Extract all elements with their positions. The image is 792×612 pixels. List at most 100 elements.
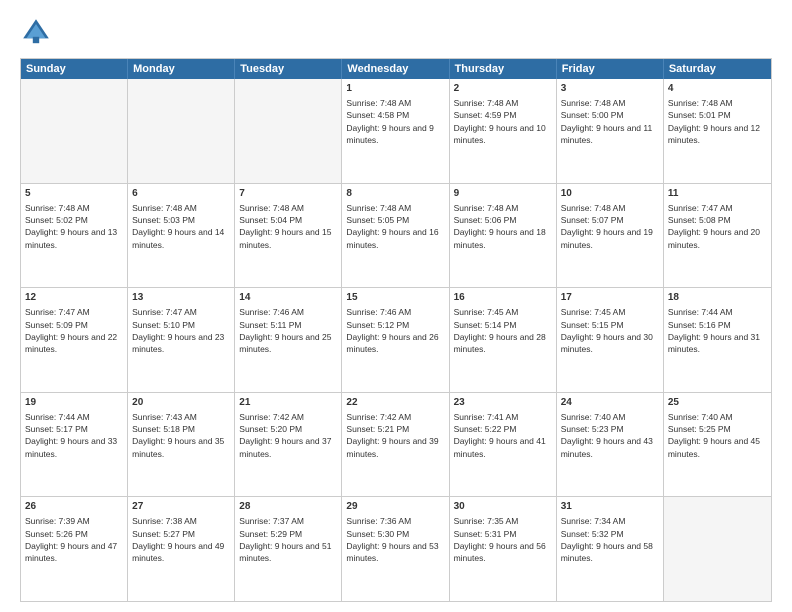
day-number: 31: [561, 500, 659, 514]
cell-info: Sunrise: 7:47 AMSunset: 5:10 PMDaylight:…: [132, 306, 230, 355]
calendar-cell-0-4: 2Sunrise: 7:48 AMSunset: 4:59 PMDaylight…: [450, 79, 557, 183]
cell-info: Sunrise: 7:40 AMSunset: 5:25 PMDaylight:…: [668, 411, 767, 460]
cell-info: Sunrise: 7:48 AMSunset: 4:58 PMDaylight:…: [346, 97, 444, 146]
day-number: 11: [668, 187, 767, 201]
cell-info: Sunrise: 7:47 AMSunset: 5:09 PMDaylight:…: [25, 306, 123, 355]
cell-info: Sunrise: 7:48 AMSunset: 5:07 PMDaylight:…: [561, 202, 659, 251]
cell-info: Sunrise: 7:48 AMSunset: 4:59 PMDaylight:…: [454, 97, 552, 146]
day-number: 6: [132, 187, 230, 201]
day-number: 29: [346, 500, 444, 514]
cell-info: Sunrise: 7:48 AMSunset: 5:02 PMDaylight:…: [25, 202, 123, 251]
day-number: 16: [454, 291, 552, 305]
calendar-row-1: 5Sunrise: 7:48 AMSunset: 5:02 PMDaylight…: [21, 184, 771, 289]
day-number: 14: [239, 291, 337, 305]
day-number: 17: [561, 291, 659, 305]
day-number: 13: [132, 291, 230, 305]
calendar-cell-1-1: 6Sunrise: 7:48 AMSunset: 5:03 PMDaylight…: [128, 184, 235, 288]
day-number: 22: [346, 396, 444, 410]
calendar-cell-1-6: 11Sunrise: 7:47 AMSunset: 5:08 PMDayligh…: [664, 184, 771, 288]
calendar-cell-4-5: 31Sunrise: 7:34 AMSunset: 5:32 PMDayligh…: [557, 497, 664, 601]
day-number: 26: [25, 500, 123, 514]
cell-info: Sunrise: 7:35 AMSunset: 5:31 PMDaylight:…: [454, 515, 552, 564]
header-day-friday: Friday: [557, 59, 664, 79]
header-day-saturday: Saturday: [664, 59, 771, 79]
calendar-cell-2-6: 18Sunrise: 7:44 AMSunset: 5:16 PMDayligh…: [664, 288, 771, 392]
cell-info: Sunrise: 7:45 AMSunset: 5:15 PMDaylight:…: [561, 306, 659, 355]
cell-info: Sunrise: 7:39 AMSunset: 5:26 PMDaylight:…: [25, 515, 123, 564]
calendar-cell-2-0: 12Sunrise: 7:47 AMSunset: 5:09 PMDayligh…: [21, 288, 128, 392]
calendar-cell-3-3: 22Sunrise: 7:42 AMSunset: 5:21 PMDayligh…: [342, 393, 449, 497]
day-number: 15: [346, 291, 444, 305]
cell-info: Sunrise: 7:48 AMSunset: 5:05 PMDaylight:…: [346, 202, 444, 251]
calendar-cell-3-4: 23Sunrise: 7:41 AMSunset: 5:22 PMDayligh…: [450, 393, 557, 497]
calendar-cell-3-6: 25Sunrise: 7:40 AMSunset: 5:25 PMDayligh…: [664, 393, 771, 497]
calendar-row-3: 19Sunrise: 7:44 AMSunset: 5:17 PMDayligh…: [21, 393, 771, 498]
logo: [20, 16, 58, 48]
calendar-cell-4-1: 27Sunrise: 7:38 AMSunset: 5:27 PMDayligh…: [128, 497, 235, 601]
day-number: 12: [25, 291, 123, 305]
calendar-cell-0-2: [235, 79, 342, 183]
header-day-wednesday: Wednesday: [342, 59, 449, 79]
calendar-body: 1Sunrise: 7:48 AMSunset: 4:58 PMDaylight…: [21, 79, 771, 601]
day-number: 7: [239, 187, 337, 201]
header: [20, 16, 772, 48]
calendar-cell-0-0: [21, 79, 128, 183]
calendar-cell-4-3: 29Sunrise: 7:36 AMSunset: 5:30 PMDayligh…: [342, 497, 449, 601]
day-number: 21: [239, 396, 337, 410]
calendar-cell-2-3: 15Sunrise: 7:46 AMSunset: 5:12 PMDayligh…: [342, 288, 449, 392]
day-number: 20: [132, 396, 230, 410]
header-day-monday: Monday: [128, 59, 235, 79]
calendar-cell-1-5: 10Sunrise: 7:48 AMSunset: 5:07 PMDayligh…: [557, 184, 664, 288]
cell-info: Sunrise: 7:47 AMSunset: 5:08 PMDaylight:…: [668, 202, 767, 251]
calendar-cell-4-2: 28Sunrise: 7:37 AMSunset: 5:29 PMDayligh…: [235, 497, 342, 601]
cell-info: Sunrise: 7:46 AMSunset: 5:11 PMDaylight:…: [239, 306, 337, 355]
calendar-row-2: 12Sunrise: 7:47 AMSunset: 5:09 PMDayligh…: [21, 288, 771, 393]
calendar-cell-3-1: 20Sunrise: 7:43 AMSunset: 5:18 PMDayligh…: [128, 393, 235, 497]
header-day-thursday: Thursday: [450, 59, 557, 79]
cell-info: Sunrise: 7:48 AMSunset: 5:04 PMDaylight:…: [239, 202, 337, 251]
calendar-cell-2-5: 17Sunrise: 7:45 AMSunset: 5:15 PMDayligh…: [557, 288, 664, 392]
cell-info: Sunrise: 7:45 AMSunset: 5:14 PMDaylight:…: [454, 306, 552, 355]
calendar-cell-0-6: 4Sunrise: 7:48 AMSunset: 5:01 PMDaylight…: [664, 79, 771, 183]
cell-info: Sunrise: 7:42 AMSunset: 5:20 PMDaylight:…: [239, 411, 337, 460]
calendar-cell-2-4: 16Sunrise: 7:45 AMSunset: 5:14 PMDayligh…: [450, 288, 557, 392]
calendar-cell-0-5: 3Sunrise: 7:48 AMSunset: 5:00 PMDaylight…: [557, 79, 664, 183]
day-number: 24: [561, 396, 659, 410]
cell-info: Sunrise: 7:34 AMSunset: 5:32 PMDaylight:…: [561, 515, 659, 564]
calendar-cell-1-2: 7Sunrise: 7:48 AMSunset: 5:04 PMDaylight…: [235, 184, 342, 288]
cell-info: Sunrise: 7:40 AMSunset: 5:23 PMDaylight:…: [561, 411, 659, 460]
calendar-cell-4-6: [664, 497, 771, 601]
calendar-cell-2-1: 13Sunrise: 7:47 AMSunset: 5:10 PMDayligh…: [128, 288, 235, 392]
page: SundayMondayTuesdayWednesdayThursdayFrid…: [0, 0, 792, 612]
day-number: 3: [561, 82, 659, 96]
cell-info: Sunrise: 7:48 AMSunset: 5:01 PMDaylight:…: [668, 97, 767, 146]
cell-info: Sunrise: 7:46 AMSunset: 5:12 PMDaylight:…: [346, 306, 444, 355]
header-day-tuesday: Tuesday: [235, 59, 342, 79]
day-number: 10: [561, 187, 659, 201]
cell-info: Sunrise: 7:41 AMSunset: 5:22 PMDaylight:…: [454, 411, 552, 460]
cell-info: Sunrise: 7:48 AMSunset: 5:03 PMDaylight:…: [132, 202, 230, 251]
calendar-cell-4-4: 30Sunrise: 7:35 AMSunset: 5:31 PMDayligh…: [450, 497, 557, 601]
cell-info: Sunrise: 7:48 AMSunset: 5:00 PMDaylight:…: [561, 97, 659, 146]
day-number: 8: [346, 187, 444, 201]
day-number: 1: [346, 82, 444, 96]
calendar-cell-1-0: 5Sunrise: 7:48 AMSunset: 5:02 PMDaylight…: [21, 184, 128, 288]
cell-info: Sunrise: 7:42 AMSunset: 5:21 PMDaylight:…: [346, 411, 444, 460]
logo-icon: [20, 16, 52, 48]
calendar-row-4: 26Sunrise: 7:39 AMSunset: 5:26 PMDayligh…: [21, 497, 771, 601]
cell-info: Sunrise: 7:38 AMSunset: 5:27 PMDaylight:…: [132, 515, 230, 564]
calendar-cell-3-2: 21Sunrise: 7:42 AMSunset: 5:20 PMDayligh…: [235, 393, 342, 497]
day-number: 23: [454, 396, 552, 410]
day-number: 19: [25, 396, 123, 410]
calendar-header: SundayMondayTuesdayWednesdayThursdayFrid…: [21, 59, 771, 79]
day-number: 27: [132, 500, 230, 514]
calendar-cell-1-3: 8Sunrise: 7:48 AMSunset: 5:05 PMDaylight…: [342, 184, 449, 288]
calendar-cell-3-5: 24Sunrise: 7:40 AMSunset: 5:23 PMDayligh…: [557, 393, 664, 497]
calendar-cell-4-0: 26Sunrise: 7:39 AMSunset: 5:26 PMDayligh…: [21, 497, 128, 601]
cell-info: Sunrise: 7:37 AMSunset: 5:29 PMDaylight:…: [239, 515, 337, 564]
calendar-cell-2-2: 14Sunrise: 7:46 AMSunset: 5:11 PMDayligh…: [235, 288, 342, 392]
calendar-cell-0-3: 1Sunrise: 7:48 AMSunset: 4:58 PMDaylight…: [342, 79, 449, 183]
day-number: 5: [25, 187, 123, 201]
day-number: 18: [668, 291, 767, 305]
day-number: 4: [668, 82, 767, 96]
